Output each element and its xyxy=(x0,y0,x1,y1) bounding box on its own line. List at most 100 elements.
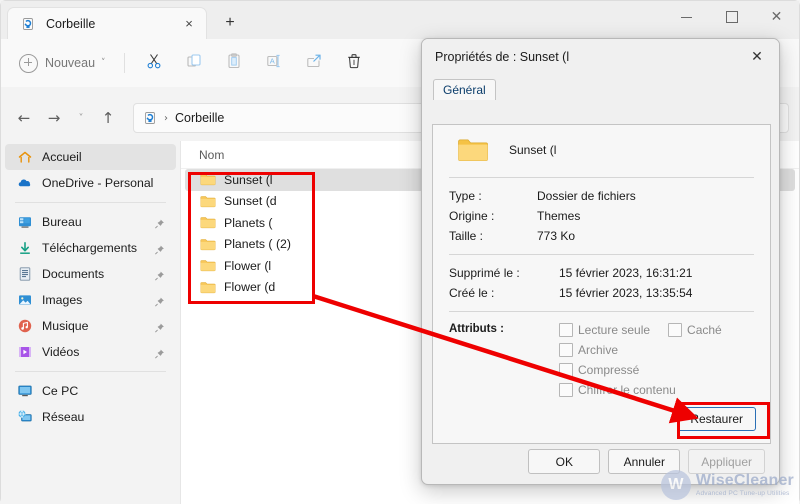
field-value: Themes xyxy=(537,209,581,223)
field-label: Origine : xyxy=(449,209,495,223)
breadcrumb-separator: › xyxy=(164,112,168,124)
column-header-label: Nom xyxy=(199,147,225,162)
pictures-icon xyxy=(17,292,33,308)
back-button[interactable]: ← xyxy=(9,103,39,133)
sidebar-item-label: Documents xyxy=(42,267,105,281)
folder-icon xyxy=(200,216,216,229)
dialog-divider xyxy=(449,254,754,255)
sidebar-item-musique[interactable]: Musique xyxy=(5,313,176,339)
copy-icon xyxy=(185,52,203,75)
folder-icon xyxy=(200,281,216,294)
breadcrumb[interactable]: Corbeille xyxy=(175,111,224,125)
forward-button[interactable]: → xyxy=(39,103,69,133)
dialog-divider xyxy=(449,311,754,312)
attributes-section: Attributs : Lecture seule Caché Archive xyxy=(449,323,754,403)
tab-corbeille[interactable]: Corbeille × xyxy=(7,7,207,39)
sidebar-item-label: Musique xyxy=(42,319,89,333)
download-icon xyxy=(17,240,33,256)
field-deleted-date: Supprimé le : 15 février 2023, 16:31:21 xyxy=(449,266,754,280)
watermark-name: WiseCleaner xyxy=(695,472,794,490)
pin-icon[interactable] xyxy=(154,269,165,281)
sidebar-divider xyxy=(15,202,166,203)
sidebar-item-bureau[interactable]: Bureau xyxy=(5,209,176,235)
checkbox-cache[interactable] xyxy=(668,323,683,337)
folder-icon xyxy=(200,238,216,251)
file-name: Planets ( (2) xyxy=(224,237,291,252)
desktop-icon xyxy=(17,214,33,230)
tab-general[interactable]: Général xyxy=(433,79,496,100)
dialog-divider xyxy=(449,177,754,178)
field-origine: Origine : Themes xyxy=(449,209,754,223)
watermark-tagline: Advanced PC Tune-up Utilities xyxy=(695,489,790,497)
file-name: Planets ( xyxy=(224,215,273,230)
field-label: Taille : xyxy=(449,229,484,243)
dialog-item-name: Sunset (l xyxy=(509,143,557,157)
new-button[interactable]: Nouveau ˅ xyxy=(11,47,114,79)
pin-icon[interactable] xyxy=(154,243,165,255)
copy-button[interactable] xyxy=(175,47,213,79)
folder-icon xyxy=(457,137,489,163)
tab-label: Corbeille xyxy=(46,16,96,31)
delete-icon xyxy=(345,52,363,75)
sidebar-item-label: Téléchargements xyxy=(42,241,138,255)
rename-button[interactable]: A xyxy=(255,47,293,79)
pin-icon[interactable] xyxy=(154,295,165,307)
pin-icon[interactable] xyxy=(154,347,165,359)
minimize-button[interactable] xyxy=(664,1,709,33)
sidebar-item-documents[interactable]: Documents xyxy=(5,261,176,287)
attribute-row: Lecture seule Caché xyxy=(559,323,754,337)
checkbox-compresse[interactable] xyxy=(559,363,573,377)
checkbox-archive[interactable] xyxy=(559,343,573,357)
checkbox-lecture-seule[interactable] xyxy=(559,323,573,337)
field-label: Créé le : xyxy=(449,286,495,300)
restore-button[interactable]: Restaurer xyxy=(677,407,756,431)
checkbox-chiffrer[interactable] xyxy=(559,383,573,397)
restore-button-wrap: Restaurer xyxy=(677,407,756,431)
pin-icon[interactable] xyxy=(154,217,165,229)
dialog-body: Sunset (l Type : Dossier de fichiers Ori… xyxy=(432,124,771,444)
rename-icon: A xyxy=(265,52,283,75)
attribute-label: Archive xyxy=(578,343,619,357)
paste-button[interactable] xyxy=(215,47,253,79)
window-close-button[interactable]: ✕ xyxy=(754,1,799,33)
field-label: Supprimé le : xyxy=(449,266,520,280)
window-controls: ✕ xyxy=(664,1,799,33)
sidebar-item-onedrive[interactable]: OneDrive - Personal xyxy=(5,170,176,196)
attribute-row: Archive xyxy=(559,343,754,357)
toolbar-divider xyxy=(123,53,125,73)
sidebar-divider xyxy=(15,371,166,372)
attribute-label: Caché xyxy=(687,323,722,337)
watermark-text: WiseCleaner Advanced PC Tune-up Utilitie… xyxy=(695,472,794,497)
sidebar-item-images[interactable]: Images xyxy=(5,287,176,313)
attributes-list: Lecture seule Caché Archive Compressé Ch… xyxy=(559,323,754,403)
sidebar-item-label: Bureau xyxy=(42,215,82,229)
close-icon[interactable]: ✕ xyxy=(735,40,779,74)
recycle-bin-icon xyxy=(20,16,36,32)
sidebar-item-ce-pc[interactable]: Ce PC xyxy=(5,378,176,404)
sidebar-item-reseau[interactable]: Réseau xyxy=(5,404,176,430)
sidebar-item-videos[interactable]: Vidéos xyxy=(5,339,176,365)
cloud-icon xyxy=(17,175,33,191)
field-value: Dossier de fichiers xyxy=(537,189,636,203)
pin-icon[interactable] xyxy=(154,321,165,333)
sidebar-item-label: Réseau xyxy=(42,410,85,424)
up-button[interactable]: ↑ xyxy=(93,103,123,133)
sidebar-item-accueil[interactable]: Accueil xyxy=(5,144,176,170)
sidebar-item-label: Ce PC xyxy=(42,384,79,398)
file-name: Sunset (d xyxy=(224,194,277,209)
screen: Corbeille × + ✕ Nouveau ˅ A ← → ˅ ↑ › Co… xyxy=(0,0,800,504)
share-button[interactable] xyxy=(295,47,333,79)
videos-icon xyxy=(17,344,33,360)
maximize-button[interactable] xyxy=(709,1,754,33)
delete-button[interactable] xyxy=(335,47,373,79)
recent-locations-button[interactable]: ˅ xyxy=(69,103,93,133)
new-tab-button[interactable]: + xyxy=(215,9,245,37)
folder-icon xyxy=(200,173,216,186)
dialog-tabs: Général xyxy=(422,75,779,100)
field-value: 773 Ko xyxy=(537,229,576,243)
sidebar-item-telechargements[interactable]: Téléchargements xyxy=(5,235,176,261)
ok-button[interactable]: OK xyxy=(528,449,601,474)
close-icon[interactable]: × xyxy=(178,13,200,35)
sidebar-item-label: Accueil xyxy=(42,150,82,164)
cut-button[interactable] xyxy=(135,47,173,79)
